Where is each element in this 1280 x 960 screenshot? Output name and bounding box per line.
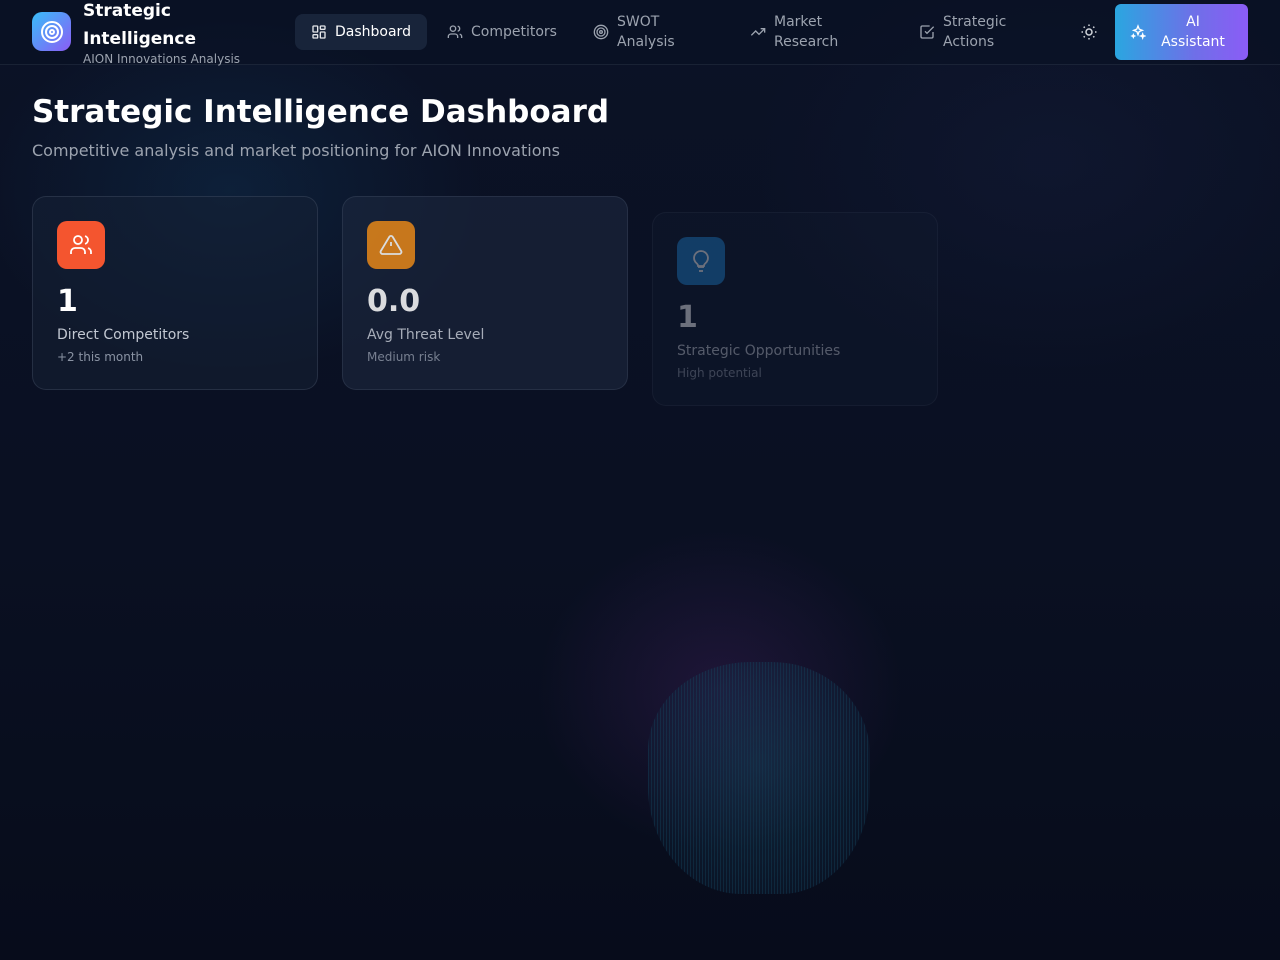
stat-note: High potential xyxy=(677,366,762,380)
nav-strategic-actions-label: Strategic Actions xyxy=(943,14,1007,50)
ai-assistant-label: AI Assistant xyxy=(1161,14,1225,50)
nav-dashboard-label: Dashboard xyxy=(335,24,411,40)
nav-market-research[interactable]: Market Research xyxy=(734,14,878,50)
stat-label: Strategic Opportunities xyxy=(677,343,841,359)
dashboard-icon xyxy=(312,25,326,39)
stat-value: 1 xyxy=(57,284,78,319)
stat-card-strategic-opportunities[interactable]: 1 Strategic Opportunities High potential xyxy=(652,212,938,406)
stat-value: 1 xyxy=(677,300,698,335)
page-title: Strategic Intelligence Dashboard xyxy=(32,94,610,130)
target-logo-icon[interactable] xyxy=(32,12,71,51)
users-icon xyxy=(447,25,463,38)
brand-subtitle: AION Innovations Analysis xyxy=(83,52,241,66)
top-navigation-bar: Strategic Intelligence AION Innovations … xyxy=(0,0,1280,66)
page-subtitle: Competitive analysis and market position… xyxy=(32,141,560,160)
nav-swot-label: SWOT Analysis xyxy=(617,14,675,50)
sun-icon xyxy=(1081,24,1097,40)
trending-up-icon xyxy=(750,28,766,36)
nav-competitors-label: Competitors xyxy=(471,24,557,40)
stat-value: 0.0 xyxy=(367,284,421,319)
brand-title: Strategic Intelligence xyxy=(83,1,196,49)
target-icon xyxy=(593,24,609,40)
stat-note: +2 this month xyxy=(57,350,144,364)
stat-note: Medium risk xyxy=(367,350,441,364)
ai-assistant-button[interactable]: AI Assistant xyxy=(1115,4,1248,60)
stat-label: Avg Threat Level xyxy=(367,327,485,343)
theme-toggle-button[interactable] xyxy=(1076,19,1102,45)
nav-swot-analysis[interactable]: SWOT Analysis xyxy=(577,14,721,50)
nav-strategic-actions[interactable]: Strategic Actions xyxy=(903,14,1047,50)
alert-triangle-icon xyxy=(367,221,415,269)
nav-competitors[interactable]: Competitors xyxy=(431,14,573,50)
sparkles-icon xyxy=(1130,24,1146,40)
lightbulb-icon xyxy=(677,237,725,285)
users-icon xyxy=(57,221,105,269)
stat-label: Direct Competitors xyxy=(57,327,190,343)
nav-dashboard[interactable]: Dashboard xyxy=(295,14,427,50)
stat-card-avg-threat-level[interactable]: 0.0 Avg Threat Level Medium risk xyxy=(342,196,628,390)
stat-card-direct-competitors[interactable]: 1 Direct Competitors +2 this month xyxy=(32,196,318,390)
check-square-icon xyxy=(920,25,935,39)
nav-market-research-label: Market Research xyxy=(774,14,839,50)
background-glow xyxy=(648,662,870,894)
